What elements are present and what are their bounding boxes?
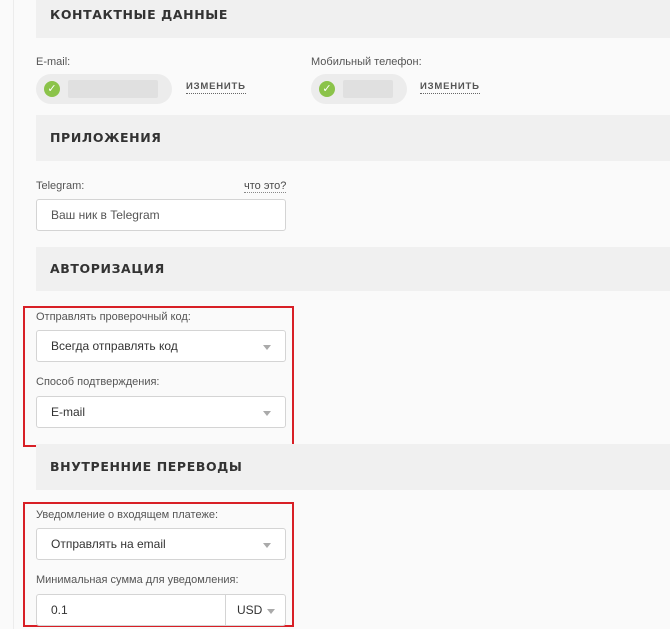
chevron-down-icon [263, 411, 271, 416]
telegram-label: Telegram: [36, 180, 85, 192]
section-title-apps: ПРИЛОЖЕНИЯ [50, 130, 162, 145]
telegram-placeholder: Ваш ник в Telegram [51, 208, 160, 222]
confirm-method-select[interactable]: E-mail [36, 396, 286, 428]
min-sum-input[interactable]: 0.1 [36, 594, 226, 626]
telegram-input[interactable]: Ваш ник в Telegram [36, 199, 286, 231]
currency-value: USD [237, 603, 263, 617]
phone-redacted [343, 80, 393, 98]
email-pill: ✓ [36, 74, 172, 104]
section-header-transfers: ВНУТРЕННИЕ ПЕРЕВОДЫ [36, 444, 670, 490]
left-border-line [13, 0, 14, 629]
section-title-contacts: КОНТАКТНЫЕ ДАННЫЕ [50, 7, 228, 22]
email-label: E-mail: [36, 56, 71, 68]
chevron-down-icon [263, 543, 271, 548]
send-code-label: Отправлять проверочный код: [36, 311, 191, 323]
confirm-method-label: Способ подтверждения: [36, 376, 160, 388]
phone-pill: ✓ [311, 74, 407, 104]
chevron-down-icon [263, 345, 271, 350]
section-header-contacts: КОНТАКТНЫЕ ДАННЫЕ [36, 0, 670, 38]
min-sum-label: Минимальная сумма для уведомления: [36, 574, 239, 586]
section-title-auth: АВТОРИЗАЦИЯ [50, 261, 165, 276]
chevron-down-icon [267, 609, 275, 614]
check-icon: ✓ [44, 81, 60, 97]
phone-change-link[interactable]: ИЗМЕНИТЬ [420, 81, 480, 94]
notify-value: Отправлять на email [51, 537, 166, 551]
whats-this-link[interactable]: что это? [244, 180, 287, 193]
confirm-method-value: E-mail [51, 405, 86, 419]
section-title-transfers: ВНУТРЕННИЕ ПЕРЕВОДЫ [50, 459, 243, 474]
currency-select[interactable]: USD [225, 594, 286, 626]
email-redacted [68, 80, 158, 98]
email-change-link[interactable]: ИЗМЕНИТЬ [186, 81, 246, 94]
notify-label: Уведомление о входящем платеже: [36, 509, 218, 521]
notify-select[interactable]: Отправлять на email [36, 528, 286, 560]
section-header-apps: ПРИЛОЖЕНИЯ [36, 115, 670, 161]
phone-label: Мобильный телефон: [311, 56, 422, 68]
send-code-value: Всегда отправлять код [51, 339, 178, 353]
section-header-auth: АВТОРИЗАЦИЯ [36, 247, 670, 291]
send-code-select[interactable]: Всегда отправлять код [36, 330, 286, 362]
check-icon: ✓ [319, 81, 335, 97]
min-sum-value: 0.1 [51, 603, 68, 617]
